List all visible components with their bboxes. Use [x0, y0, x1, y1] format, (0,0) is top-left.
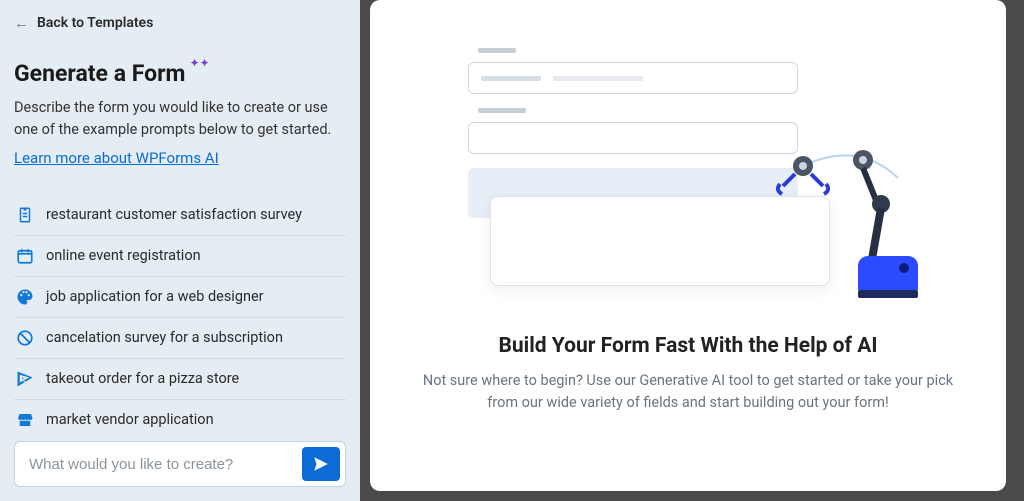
form-illustration — [468, 48, 908, 298]
main-panel: Build Your Form Fast With the Help of AI… — [370, 0, 1006, 491]
robot-arm-icon — [768, 148, 938, 308]
prompt-item-pizza[interactable]: takeout order for a pizza store — [14, 359, 346, 400]
send-icon — [312, 455, 330, 473]
prompt-item-vendor[interactable]: market vendor application — [14, 400, 346, 440]
prompt-item-cancelation[interactable]: cancelation survey for a subscription — [14, 318, 346, 359]
learn-more-link[interactable]: Learn more about WPForms AI — [14, 149, 346, 167]
main-description: Not sure where to begin? Use our Generat… — [418, 370, 958, 415]
main-title: Build Your Form Fast With the Help of AI — [498, 334, 877, 358]
prompt-list: restaurant customer satisfaction survey … — [14, 195, 346, 440]
calendar-icon — [16, 247, 34, 265]
description-text: Describe the form you would like to crea… — [14, 97, 346, 141]
prompt-label: cancelation survey for a subscription — [46, 329, 283, 346]
prompt-item-job[interactable]: job application for a web designer — [14, 277, 346, 318]
pizza-icon — [16, 370, 34, 388]
clipboard-icon — [16, 206, 34, 224]
prompt-label: job application for a web designer — [46, 288, 264, 305]
main-wrap: Build Your Form Fast With the Help of AI… — [360, 0, 1024, 501]
prompt-label: takeout order for a pizza store — [46, 370, 239, 387]
back-label: Back to Templates — [37, 15, 153, 31]
ban-icon — [16, 329, 34, 347]
prompt-label: online event registration — [46, 247, 201, 264]
palette-icon — [16, 288, 34, 306]
arrow-left-icon: ← — [14, 14, 29, 32]
store-icon — [16, 411, 34, 429]
prompt-input-row — [14, 441, 346, 487]
back-button[interactable]: ← Back to Templates — [14, 14, 346, 32]
sparkle-icon: ✦✦ — [189, 56, 209, 70]
title-row: Generate a Form ✦✦ — [14, 60, 346, 87]
prompt-label: restaurant customer satisfaction survey — [46, 206, 302, 223]
send-button[interactable] — [302, 447, 340, 481]
prompt-item-event[interactable]: online event registration — [14, 236, 346, 277]
prompt-label: market vendor application — [46, 411, 214, 428]
prompt-input[interactable] — [29, 456, 302, 473]
sidebar: ← Back to Templates Generate a Form ✦✦ D… — [0, 0, 360, 501]
prompt-item-restaurant[interactable]: restaurant customer satisfaction survey — [14, 195, 346, 236]
page-title: Generate a Form — [14, 60, 185, 87]
